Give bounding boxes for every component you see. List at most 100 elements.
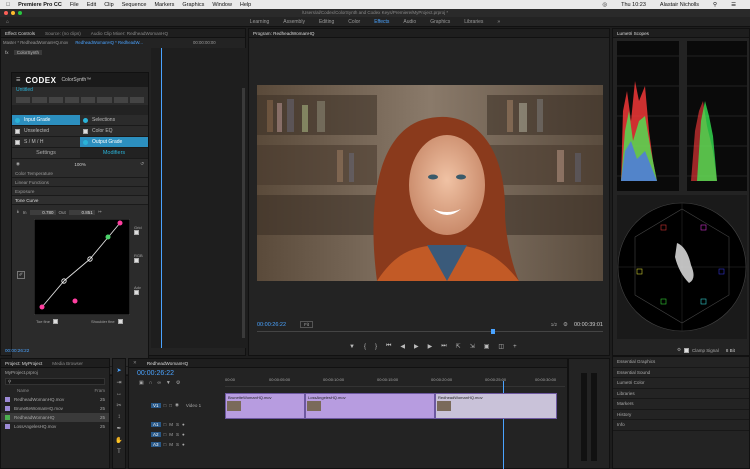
tab-sequence[interactable]: RedheadWomanHQ	[147, 361, 188, 366]
compare-icon[interactable]: ◫	[498, 343, 504, 350]
panel-libraries[interactable]: Libraries	[613, 389, 749, 399]
checkbox-icon[interactable]	[83, 128, 88, 134]
in-value-field[interactable]: 0.780	[29, 209, 56, 215]
program-video-frame[interactable]	[257, 85, 603, 281]
workspace-audio[interactable]: Audio	[403, 19, 416, 25]
expand-icon[interactable]: ↣	[98, 209, 102, 215]
track-target-a3[interactable]: A3	[151, 441, 161, 447]
framerate-column-header[interactable]: Fram	[95, 388, 106, 393]
search-icon[interactable]: ⚲	[713, 2, 717, 8]
track-target-v1[interactable]: V1	[151, 402, 161, 408]
mute-icon[interactable]: M	[169, 442, 173, 447]
out-value-field[interactable]: 0.851	[68, 209, 95, 215]
workspace-editing[interactable]: Editing	[319, 19, 334, 25]
tone-curve-graph[interactable]	[34, 219, 130, 315]
preset-slot[interactable]	[97, 97, 112, 103]
eye-icon[interactable]: ◉	[175, 402, 179, 408]
program-title[interactable]: Program: RedheadWomanHQ	[253, 31, 314, 36]
tab-media-browser[interactable]: Media Browser	[52, 361, 83, 366]
clock[interactable]: Thu 10:23	[621, 2, 646, 8]
mark-out-icon[interactable]: }	[375, 344, 377, 350]
menu-help[interactable]: Help	[240, 2, 251, 8]
solo-icon[interactable]: S	[176, 432, 179, 437]
selection-tool-icon[interactable]: ➤	[116, 367, 121, 374]
item-name[interactable]: RedheadWomanHQ.mov	[14, 397, 64, 402]
zoom-window-button[interactable]	[18, 11, 22, 15]
curve-point-black[interactable]	[39, 304, 45, 310]
snap-icon[interactable]: ∩	[149, 380, 153, 386]
effect-timecode-value[interactable]: 00:00:26:22	[5, 348, 29, 353]
label-color-swatch[interactable]	[5, 424, 10, 429]
adv-toggle[interactable]: Adv	[134, 285, 141, 296]
timeline-timecode-value[interactable]: 00:00:26:22	[137, 370, 174, 377]
master-clip-label[interactable]: Master * RedheadWomanHQ.mov	[3, 40, 68, 45]
curve-point-shoulder[interactable]	[105, 234, 111, 240]
item-name[interactable]: RedheadWomanHQ	[14, 415, 54, 420]
preset-slot[interactable]	[129, 97, 144, 103]
home-icon[interactable]: ⌂	[6, 19, 9, 25]
panel-markers[interactable]: Markers	[613, 399, 749, 410]
panel-lumetri-color[interactable]: Lumetri Color	[613, 378, 749, 389]
section-color-temperature[interactable]: Color Temperature	[12, 169, 148, 178]
hand-tool-icon[interactable]: ✋	[115, 437, 122, 444]
timeline-clip[interactable]: BrunetteWomanHQ.mov	[225, 393, 305, 419]
fx-row[interactable]: fx ColorSynth	[5, 50, 145, 58]
color-eq-option[interactable]: Color EQ	[80, 126, 148, 136]
project-search-input[interactable]: ⚲	[5, 378, 105, 385]
checkbox-icon[interactable]	[15, 139, 20, 145]
lock-icon[interactable]: □	[164, 403, 167, 408]
type-tool-icon[interactable]: T	[117, 449, 121, 455]
solo-icon[interactable]: S	[176, 442, 179, 447]
collapse-icon[interactable]: ↡	[16, 209, 20, 215]
preset-slot[interactable]	[113, 97, 128, 103]
workspace-effects[interactable]: Effects	[374, 19, 389, 25]
panel-essential-graphics[interactable]: Essential Graphics	[613, 357, 749, 368]
menu-file[interactable]: File	[70, 2, 79, 8]
shoulder-fine-checkbox[interactable]	[117, 319, 123, 324]
pen-tool-icon[interactable]: ✒	[116, 425, 121, 432]
fx-name[interactable]: ColorSynth	[13, 50, 43, 55]
menu-clip[interactable]: Clip	[104, 2, 113, 8]
lock-icon[interactable]: □	[164, 442, 167, 447]
timeline-clip[interactable]: LossAngelesHQ.mov	[305, 393, 435, 419]
program-timecode[interactable]: 00:00:26:22	[257, 322, 286, 328]
workspace-color[interactable]: Color	[348, 19, 360, 25]
scopes-title[interactable]: Lumetri Scopes	[617, 31, 649, 36]
amount-value[interactable]: 100%	[74, 162, 86, 167]
ripple-edit-tool-icon[interactable]: ↔	[116, 391, 122, 397]
panel-history[interactable]: History	[613, 410, 749, 420]
add-marker-icon[interactable]: ▼	[349, 344, 355, 350]
mark-in-icon[interactable]: {	[364, 344, 366, 350]
workspace-learning[interactable]: Learning	[250, 19, 269, 25]
name-column-header[interactable]: Name	[17, 388, 29, 393]
lift-icon[interactable]: ⇱	[456, 343, 461, 350]
panel-info[interactable]: Info	[613, 420, 749, 431]
minimize-window-button[interactable]	[11, 11, 15, 15]
list-item[interactable]: RedheadWomanHQ 25	[1, 413, 109, 422]
reset-icon[interactable]: ↺	[140, 161, 144, 167]
time-ruler[interactable]: 00:00 00:00:05:00 00:00:10:00 00:00:15:0…	[225, 371, 565, 387]
grid-checkbox[interactable]	[134, 230, 139, 235]
selections-option[interactable]: Selections	[80, 115, 148, 125]
sequence-clip-label[interactable]: RedheadWomanHQ * RedheadW...	[75, 40, 143, 45]
razor-tool-icon[interactable]: ✂	[116, 402, 121, 409]
mic-icon[interactable]: ●	[182, 432, 185, 437]
curve-point-white[interactable]	[117, 220, 123, 226]
output-grade-option[interactable]: Output Grade	[80, 137, 148, 147]
adv-checkbox[interactable]	[134, 290, 139, 295]
mic-icon[interactable]: ●	[182, 442, 185, 447]
toe-fine-checkbox[interactable]	[53, 319, 59, 324]
input-grade-option[interactable]: Input Grade	[12, 115, 80, 125]
menu-window[interactable]: Window	[212, 2, 232, 8]
export-frame-icon[interactable]: ▣	[484, 343, 490, 350]
smh-option[interactable]: S / M / H	[12, 137, 80, 147]
step-back-icon[interactable]: ◀	[400, 343, 405, 350]
list-item[interactable]: RedheadWomanHQ.mov 25	[1, 395, 109, 404]
list-item[interactable]: LossAngelesHQ.mov 25	[1, 422, 109, 431]
item-name[interactable]: LossAngelesHQ.mov	[14, 424, 56, 429]
menu-graphics[interactable]: Graphics	[182, 2, 204, 8]
tab-effect-controls[interactable]: Effect Controls	[5, 31, 35, 36]
item-name[interactable]: BrunetteWomanHQ.mov	[14, 406, 63, 411]
rgb-checkbox[interactable]	[134, 258, 139, 263]
mute-icon[interactable]: M	[169, 422, 173, 427]
